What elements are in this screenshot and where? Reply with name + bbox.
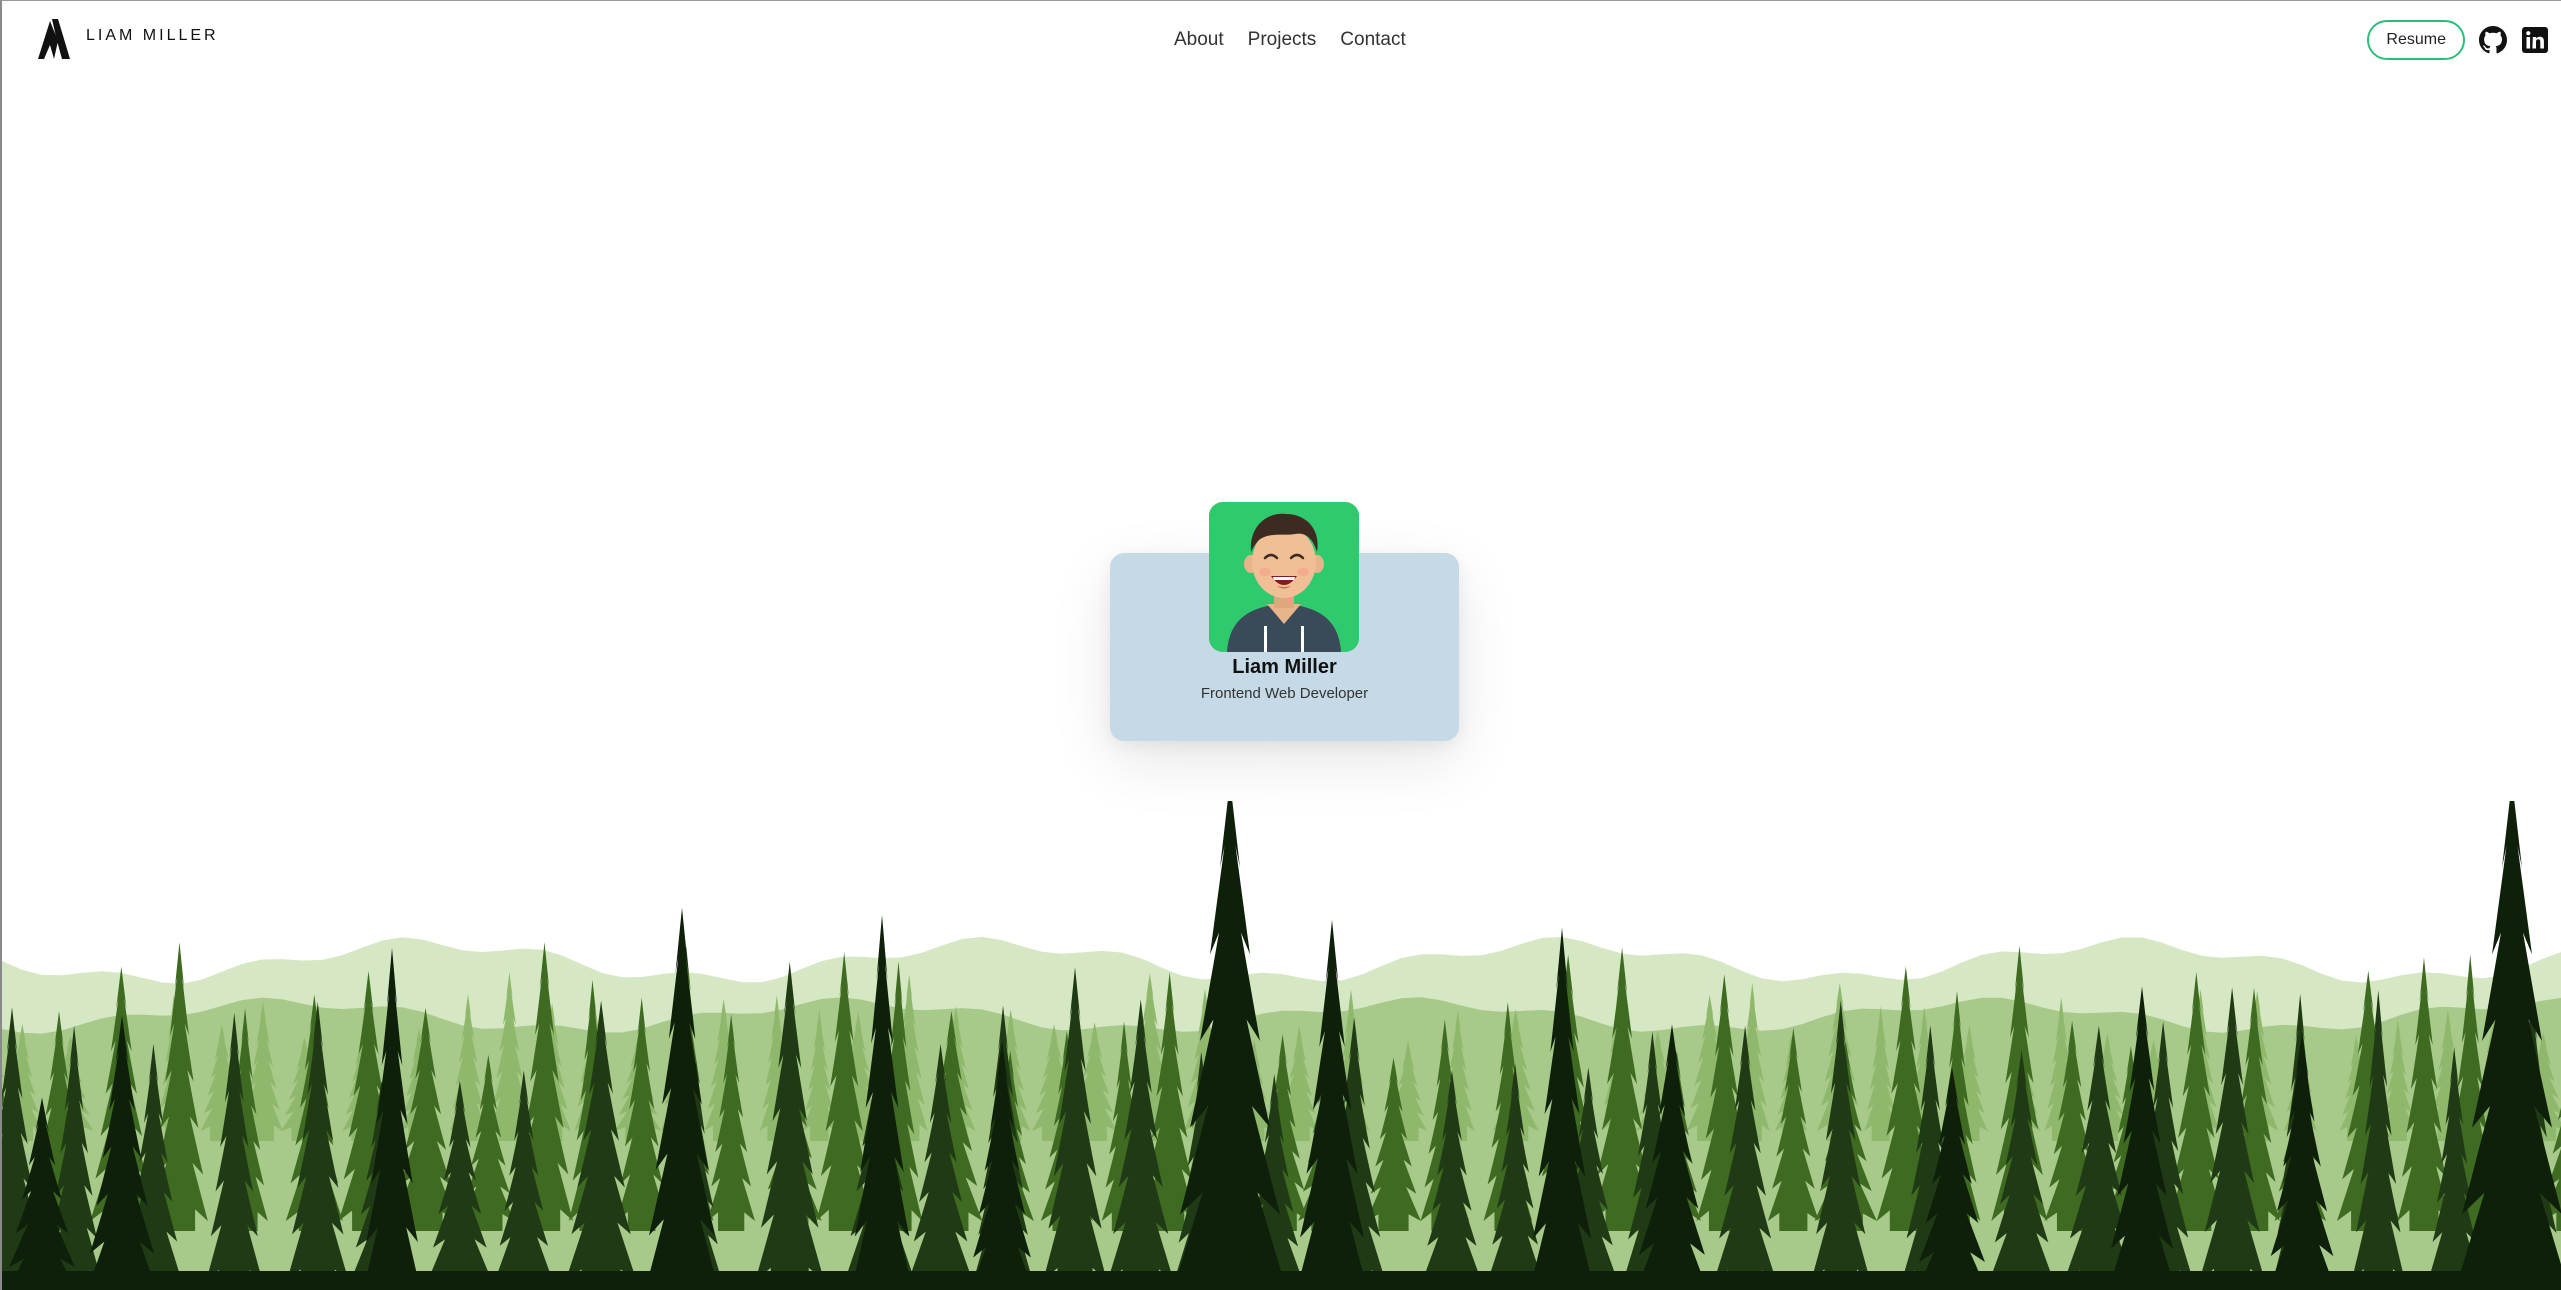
avatar-illustration-icon: [1209, 502, 1359, 652]
profile-name: Liam Miller: [1232, 656, 1337, 678]
forest-ground: [2, 1271, 2561, 1290]
nav-about[interactable]: About: [1174, 29, 1224, 51]
logo-text: LIAM MILLER: [86, 27, 219, 44]
profile-role: Frontend Web Developer: [1200, 685, 1369, 702]
logo-mark-icon: [38, 19, 70, 59]
forest-illustration: [2, 801, 2561, 1290]
page: LIAM MILLER About Projects Contact Resum…: [0, 0, 2561, 1290]
nav-contact[interactable]: Contact: [1340, 29, 1405, 51]
main-nav: About Projects Contact: [1174, 29, 1406, 51]
header-actions: Resume: [2367, 20, 2549, 60]
site-header: LIAM MILLER About Projects Contact Resum…: [2, 1, 2561, 81]
linkedin-icon[interactable]: [2521, 26, 2549, 54]
avatar: [1209, 502, 1359, 652]
nav-projects[interactable]: Projects: [1248, 29, 1317, 51]
logo-link[interactable]: LIAM MILLER: [36, 15, 219, 61]
github-icon[interactable]: [2479, 26, 2507, 54]
resume-button[interactable]: Resume: [2367, 20, 2465, 60]
